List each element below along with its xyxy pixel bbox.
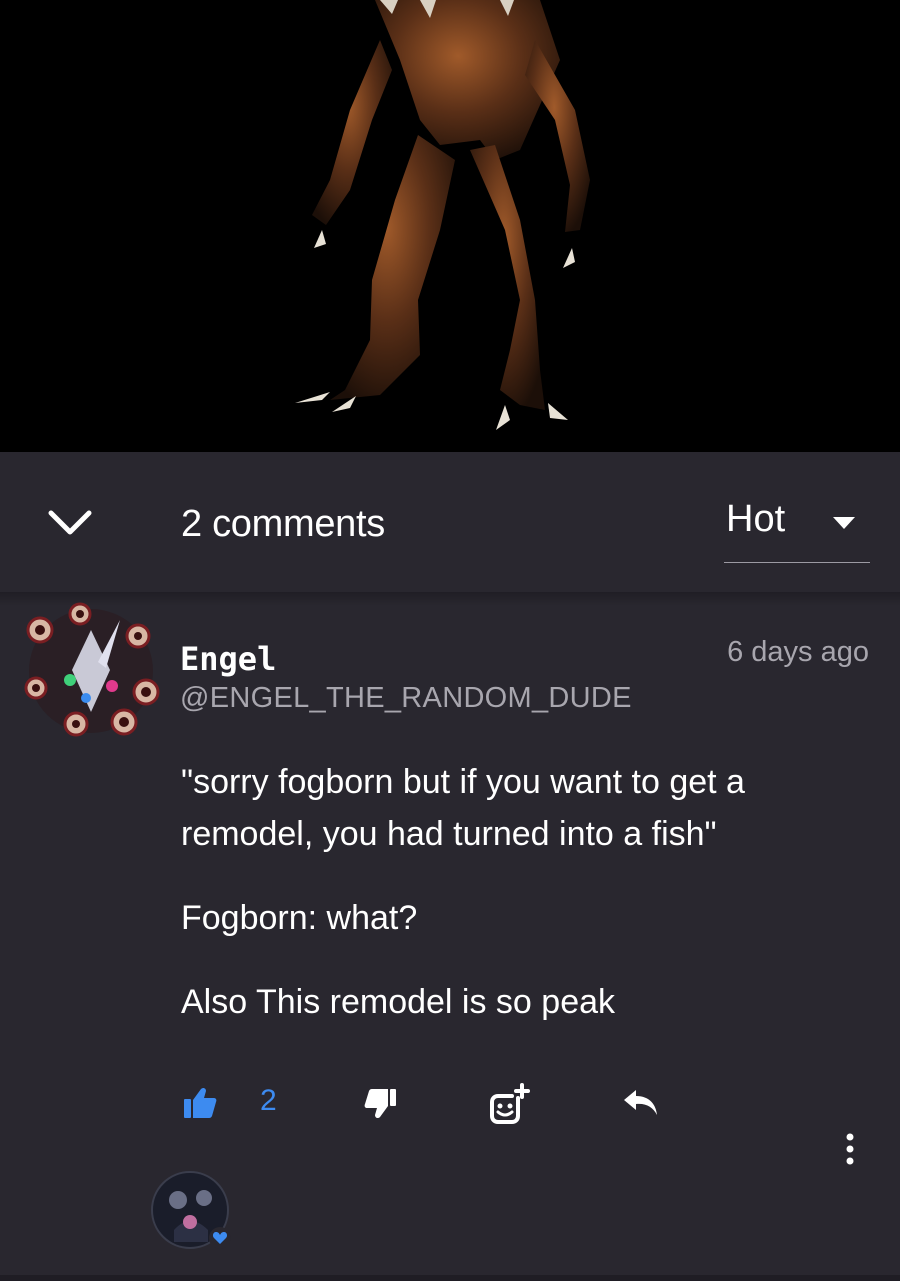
- collapse-comments-button[interactable]: [40, 500, 100, 546]
- comment-paragraph: Fogborn: what?: [181, 899, 418, 937]
- caret-down-icon: [833, 517, 855, 529]
- comment-paragraph: Also This remodel is so peak: [181, 983, 616, 1021]
- more-vertical-icon: [846, 1133, 854, 1165]
- like-button[interactable]: [182, 1086, 218, 1120]
- like-count: 2: [260, 1084, 277, 1117]
- chevron-down-icon: [48, 510, 92, 535]
- sort-value: Hot: [726, 498, 786, 540]
- thumbs-down-icon: [364, 1089, 396, 1119]
- thumbs-up-icon: [184, 1087, 217, 1118]
- dislike-button[interactable]: [364, 1088, 398, 1120]
- bottom-divider: [0, 1275, 900, 1281]
- creature-illustration: [295, 0, 590, 430]
- current-user-avatar[interactable]: [150, 1170, 236, 1256]
- post-image[interactable]: [0, 0, 900, 452]
- more-options-button[interactable]: [836, 1130, 864, 1170]
- author-avatar[interactable]: [20, 600, 162, 742]
- add-reaction-button[interactable]: [488, 1082, 532, 1126]
- author-name[interactable]: Engel: [180, 640, 276, 678]
- comments-count: 2 comments: [181, 503, 385, 545]
- comment-body: "sorry fogborn but if you want to get a …: [181, 756, 871, 1060]
- comment-paragraph: "sorry fogborn but if you want to get a …: [181, 763, 745, 853]
- author-handle[interactable]: @ENGEL_THE_RANDOM_DUDE: [180, 682, 632, 715]
- comment-actions: 2: [0, 1080, 900, 1130]
- sort-dropdown[interactable]: Hot: [724, 496, 870, 563]
- comment-timestamp: 6 days ago: [727, 636, 869, 668]
- reply-button[interactable]: [622, 1088, 660, 1118]
- add-emoji-icon: [490, 1083, 530, 1124]
- reply-icon: [624, 1090, 657, 1115]
